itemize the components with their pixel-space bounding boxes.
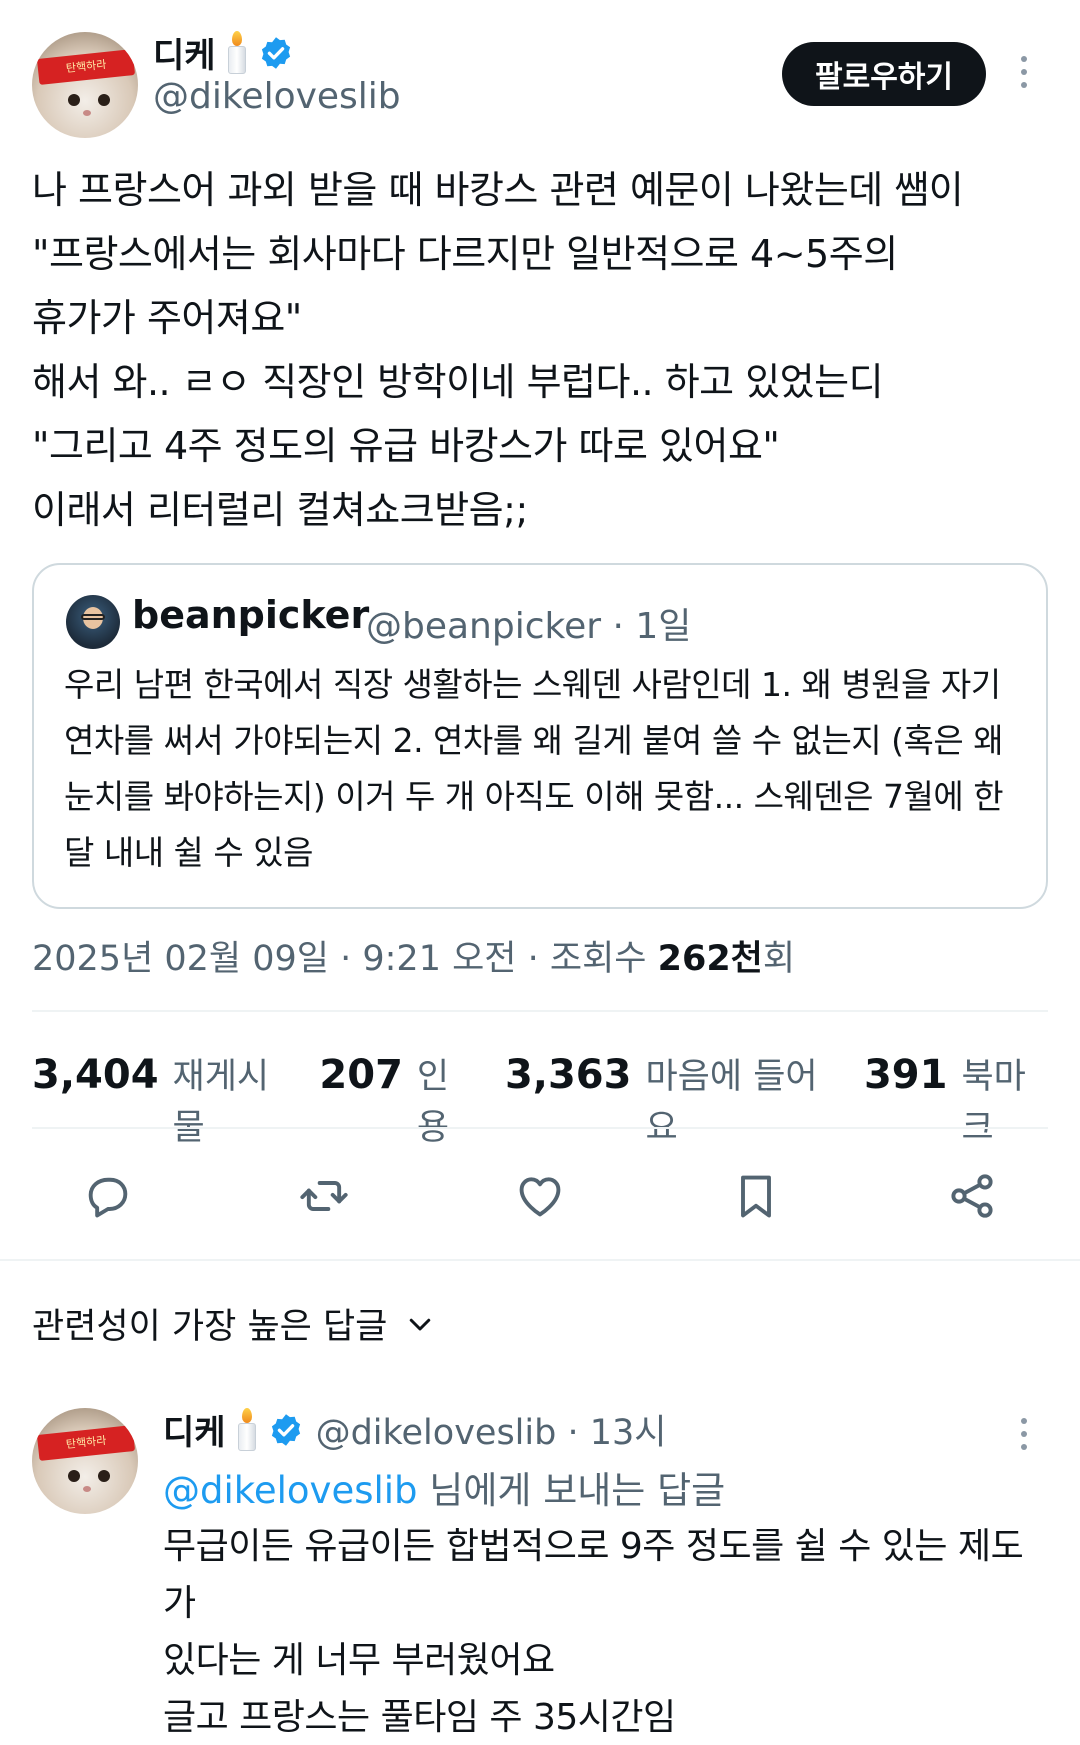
bookmark-icon[interactable]	[728, 1168, 784, 1224]
author-avatar[interactable]: 탄핵하라	[32, 32, 138, 138]
stat-number: 3,404	[32, 1052, 159, 1098]
view-count-suffix: 회	[762, 939, 796, 979]
timestamp-date: 2025년 02월 09일 · 9:21 오전 · 조회수	[32, 939, 658, 979]
reply-author-avatar[interactable]: 탄핵하라	[32, 1408, 138, 1514]
tweet-timestamp: 2025년 02월 09일 · 9:21 오전 · 조회수 262천회	[32, 930, 795, 981]
quoted-author-name: beanpicker	[132, 593, 370, 637]
avatar-headband: 탄핵하라	[36, 1425, 136, 1461]
author-name-row[interactable]: 디케	[153, 28, 294, 77]
quoted-tweet-text: 우리 남편 한국에서 직장 생활하는 스웨덴 사람인데 1. 왜 병원을 자기 …	[64, 665, 1004, 872]
follow-button[interactable]: 팔로우하기	[782, 42, 986, 106]
verified-badge-icon	[271, 1413, 300, 1446]
stat-likes[interactable]: 3,363 마음에 들어요	[505, 1048, 832, 1150]
stat-label: 북마크	[961, 1057, 1026, 1148]
candle-icon	[234, 1407, 260, 1452]
retweet-icon[interactable]	[296, 1168, 352, 1224]
candle-icon	[224, 30, 250, 75]
reply-author-name[interactable]: 디케	[163, 1405, 226, 1454]
stat-number: 3,363	[504, 1052, 632, 1098]
stat-bookmarks[interactable]: 391 북마크	[864, 1048, 1048, 1150]
reply-to-line: @dikeloveslib 님에게 보내는 답글	[163, 1460, 725, 1514]
quoted-author-avatar	[66, 595, 120, 649]
divider	[32, 1127, 1048, 1129]
avatar-headband: 탄핵하라	[36, 49, 136, 85]
share-icon[interactable]	[944, 1168, 1000, 1224]
stat-quotes[interactable]: 207 인용	[319, 1048, 473, 1150]
section-divider	[0, 1259, 1080, 1261]
stat-number: 207	[319, 1052, 403, 1098]
author-display-name[interactable]: 디케	[153, 28, 216, 77]
reply-sort-dropdown[interactable]: 관련성이 가장 높은 답글	[32, 1298, 435, 1349]
stat-number: 391	[863, 1052, 948, 1098]
chevron-down-icon	[410, 1318, 431, 1330]
reply-author-row[interactable]: 디케 @dikeloveslib · 13시	[163, 1404, 666, 1455]
more-options-icon[interactable]	[1018, 1418, 1030, 1450]
reply-text: 무급이든 유급이든 합법적으로 9주 정도를 쉴 수 있는 제도가 있다는 게 …	[163, 1526, 1024, 1738]
quoted-author-meta: @beanpicker · 1일	[366, 606, 692, 647]
tweet-text: 나 프랑스어 과외 받을 때 바캉스 관련 예문이 나왔는데 쌤이 "프랑스에서…	[32, 168, 964, 532]
engagement-stats: 3,404 재게시물 207 인용 3,363 마음에 들어요 391 북마크	[32, 1048, 1080, 1150]
author-handle[interactable]: @dikeloveslib	[153, 76, 401, 117]
reply-to-suffix: 님에게 보내는 답글	[417, 1469, 726, 1512]
sort-label: 관련성이 가장 높은 답글	[32, 1307, 388, 1347]
stat-label: 마음에 들어요	[645, 1057, 818, 1148]
more-options-icon[interactable]	[1018, 56, 1030, 88]
verified-badge-icon	[261, 36, 290, 69]
like-icon[interactable]	[512, 1168, 568, 1224]
reply-author-meta[interactable]: @dikeloveslib · 13시	[316, 1404, 667, 1455]
divider	[32, 1010, 1048, 1012]
stat-reposts[interactable]: 3,404 재게시물	[32, 1048, 287, 1150]
reply-icon[interactable]	[80, 1168, 136, 1224]
view-count[interactable]: 262천	[658, 939, 763, 979]
stat-label: 인용	[416, 1057, 450, 1148]
stat-label: 재게시물	[172, 1057, 270, 1148]
quoted-tweet-card[interactable]: beanpicker @beanpicker · 1일 우리 남편 한국에서 직…	[32, 563, 1048, 909]
reply-mention-link[interactable]: @dikeloveslib	[163, 1469, 418, 1512]
